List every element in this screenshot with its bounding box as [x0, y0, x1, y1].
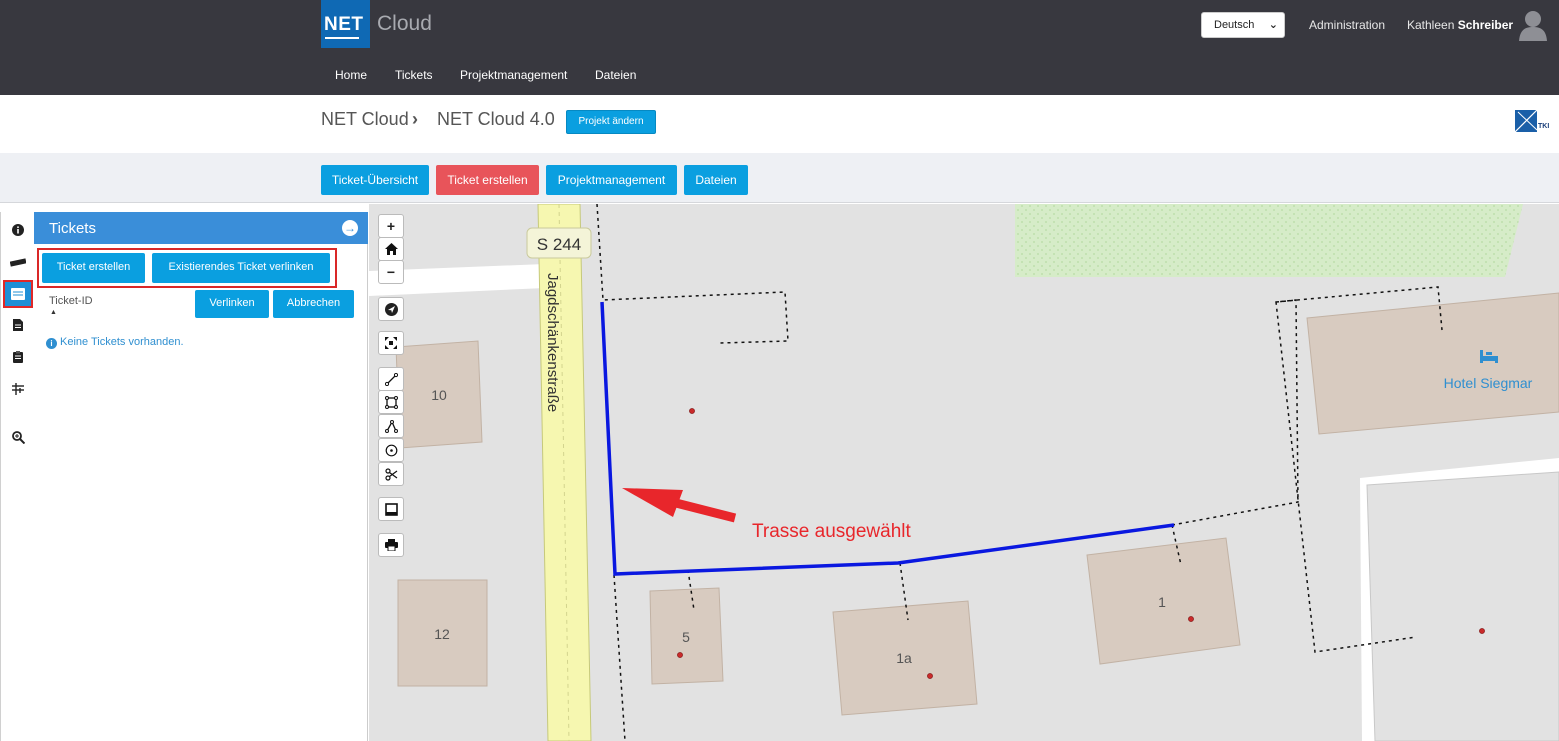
tki-logo-icon: TKI	[1515, 108, 1549, 133]
link-button[interactable]: Verlinken	[195, 290, 269, 318]
files-button[interactable]: Dateien	[684, 165, 748, 195]
sub-navigation	[0, 153, 1559, 203]
tool-rail	[0, 212, 34, 741]
tickets-icon[interactable]	[3, 280, 33, 308]
zoom-search-icon[interactable]	[3, 423, 33, 451]
fullscreen-icon[interactable]	[378, 331, 404, 355]
net-logo[interactable]: NET	[321, 0, 370, 48]
house-number-10: 10	[431, 387, 447, 403]
language-select[interactable]: Deutsch ⌄	[1201, 12, 1285, 38]
arrow-right-icon[interactable]: →	[342, 220, 358, 236]
user-name[interactable]: Kathleen Schreiber	[1407, 18, 1513, 32]
nav-dateien[interactable]: Dateien	[595, 68, 636, 82]
home-icon[interactable]	[378, 237, 404, 261]
tki-logo-text: TKI	[1538, 123, 1549, 130]
draw-polygon-icon[interactable]	[378, 390, 404, 414]
park-area	[1015, 204, 1523, 277]
avatar-icon[interactable]	[1518, 9, 1548, 41]
compass-icon[interactable]	[378, 297, 404, 321]
nav-tickets[interactable]: Tickets	[395, 68, 433, 82]
clipboard-icon[interactable]	[3, 343, 33, 371]
scissors-icon[interactable]	[378, 462, 404, 486]
draw-circle-icon[interactable]	[378, 438, 404, 462]
draw-angle-icon[interactable]	[378, 414, 404, 438]
logo-cloud-text: Cloud	[377, 12, 432, 35]
print-icon[interactable]	[378, 533, 404, 557]
sort-caret-icon[interactable]: ▲	[50, 309, 57, 316]
annotation-text: Trasse ausgewählt	[752, 521, 911, 542]
zoom-in-button[interactable]: +	[378, 214, 404, 238]
tickets-panel: Tickets → Ticket erstellen Existierendes…	[34, 212, 368, 741]
change-project-button[interactable]: Projekt ändern	[566, 110, 656, 134]
user-last-name: Schreiber	[1457, 18, 1514, 32]
top-header: NET Cloud Home Tickets Projektmanagement…	[0, 0, 1559, 95]
ticket-overview-button[interactable]: Ticket-Übersicht	[321, 165, 429, 195]
cancel-button[interactable]: Abbrechen	[273, 290, 354, 318]
breadcrumb-root[interactable]: NET Cloud	[321, 109, 409, 130]
house-number-12: 12	[434, 626, 450, 642]
language-value: Deutsch	[1214, 19, 1255, 31]
street-name-label: Jagdschänkenstraße	[544, 273, 561, 412]
document-icon[interactable]	[3, 311, 33, 339]
logo-underline	[325, 37, 359, 39]
house-number-1a: 1a	[896, 650, 912, 666]
building-hotel	[1306, 292, 1559, 435]
house-number-5: 5	[682, 629, 690, 645]
create-ticket-button[interactable]: Ticket erstellen	[436, 165, 539, 195]
draw-line-icon[interactable]	[378, 367, 404, 391]
chevron-right-icon: ›	[412, 109, 418, 129]
panel-create-ticket-button[interactable]: Ticket erstellen	[42, 253, 145, 283]
empty-message-text: Keine Tickets vorhanden.	[60, 336, 184, 348]
link-existing-ticket-button[interactable]: Existierendes Ticket verlinken	[152, 253, 330, 283]
nav-projektmanagement[interactable]: Projektmanagement	[460, 68, 567, 82]
map-frame-icon[interactable]	[378, 497, 404, 521]
info-icon: i	[46, 338, 57, 349]
map-canvas[interactable]: S 244 Jagdschänkenstraße 10 12 5 1a 1 Ho…	[369, 204, 1559, 741]
empty-tickets-message: i Keine Tickets vorhanden.	[46, 336, 184, 349]
administration-link[interactable]: Administration	[1309, 18, 1385, 32]
panel-header: Tickets →	[34, 212, 368, 244]
panel-title: Tickets	[49, 220, 96, 237]
user-first-name: Kathleen	[1407, 18, 1455, 32]
chevron-down-icon: ⌄	[1268, 19, 1278, 31]
road-badge-text: S 244	[537, 235, 581, 254]
zoom-out-button[interactable]: −	[378, 260, 404, 284]
nav-home[interactable]: Home	[335, 68, 367, 82]
layers-adjust-icon[interactable]	[3, 375, 33, 403]
map-view[interactable]: S 244 Jagdschänkenstraße 10 12 5 1a 1 Ho…	[369, 204, 1559, 741]
ruler-icon[interactable]	[3, 248, 33, 276]
hotel-label: Hotel Siegmar	[1444, 375, 1533, 391]
project-management-button[interactable]: Projektmanagement	[546, 165, 677, 195]
ticket-id-label: Ticket-ID	[49, 295, 93, 307]
info-icon[interactable]	[3, 216, 33, 244]
breadcrumb-current: NET Cloud 4.0	[437, 109, 555, 129]
house-number-1: 1	[1158, 594, 1166, 610]
logo-net-text: NET	[324, 14, 364, 35]
